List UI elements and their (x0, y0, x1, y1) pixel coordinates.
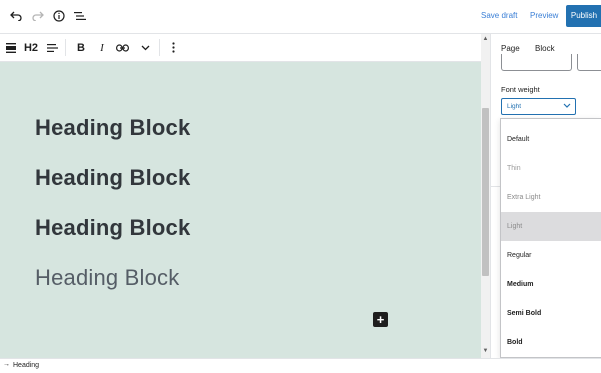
option-thin[interactable]: Thin (501, 154, 601, 183)
option-regular[interactable]: Regular (501, 241, 601, 270)
option-label: Default (507, 136, 530, 143)
chevron-down-icon[interactable] (139, 40, 151, 55)
option-extra-light[interactable]: Extra Light (501, 183, 601, 212)
bold-button[interactable]: B (75, 40, 87, 55)
tab-page[interactable]: Page (501, 44, 520, 53)
editor-canvas[interactable]: Heading Block Heading Block Heading Bloc… (0, 62, 481, 358)
font-weight-label: Font weight (501, 85, 540, 94)
link-icon[interactable] (115, 40, 129, 55)
option-medium[interactable]: Medium (501, 270, 601, 299)
info-icon[interactable] (51, 8, 67, 24)
toolbar-divider (65, 39, 66, 56)
block-breadcrumb-bar: → Heading (0, 358, 601, 373)
font-weight-dropdown-list: Default Thin Extra Light Light Regular M… (500, 118, 601, 358)
option-label: Light (507, 223, 523, 230)
chevron-down-icon (563, 99, 571, 115)
breadcrumb-heading[interactable]: Heading (13, 362, 39, 369)
partial-select-field[interactable] (501, 54, 572, 71)
scroll-up-icon[interactable]: ▲ (482, 36, 489, 42)
more-options-icon[interactable] (167, 40, 179, 55)
align-icon[interactable] (46, 40, 58, 55)
partial-input-field[interactable] (577, 54, 601, 71)
save-draft-button[interactable]: Save draft (481, 11, 517, 20)
preview-button[interactable]: Preview (530, 11, 558, 20)
option-label: Regular (507, 252, 532, 259)
option-label: Semi Bold (507, 310, 542, 317)
toolbar-divider (159, 39, 160, 56)
arrow-right-icon: → (3, 361, 10, 368)
undo-icon[interactable] (8, 8, 24, 24)
font-weight-select[interactable]: Light (501, 98, 576, 115)
option-label: Bold (507, 339, 523, 346)
block-toolbar: H2 B I (0, 34, 490, 62)
heading-block-black[interactable]: Heading Block (35, 115, 190, 141)
canvas-scrollbar[interactable]: ▲ ▼ (481, 34, 490, 358)
font-weight-selected-value: Light (507, 103, 522, 110)
scroll-down-icon[interactable]: ▼ (482, 348, 489, 354)
option-bold[interactable]: Bold (501, 328, 601, 357)
heading-block-light[interactable]: Heading Block (35, 265, 179, 291)
scrollbar-thumb[interactable] (482, 108, 489, 276)
italic-button[interactable]: I (96, 40, 108, 55)
heading-level-button[interactable]: H2 (23, 40, 39, 55)
option-light[interactable]: Light (501, 212, 601, 241)
add-block-button[interactable]: + (373, 312, 388, 327)
list-view-icon[interactable] (72, 8, 88, 24)
heading-block-semibold[interactable]: Heading Block (35, 215, 190, 241)
option-label: Medium (507, 281, 534, 288)
publish-button[interactable]: Publish (566, 5, 601, 27)
editor-top-bar: Save draft Preview Publish (0, 0, 601, 34)
option-default[interactable]: Default (501, 125, 601, 154)
heading-block-bold[interactable]: Heading Block (35, 165, 190, 191)
option-label: Extra Light (507, 194, 541, 201)
option-semi-bold[interactable]: Semi Bold (501, 299, 601, 328)
option-label: Thin (507, 165, 521, 172)
block-type-icon[interactable] (5, 40, 17, 55)
redo-icon[interactable] (30, 8, 46, 24)
tab-block[interactable]: Block (535, 44, 555, 53)
